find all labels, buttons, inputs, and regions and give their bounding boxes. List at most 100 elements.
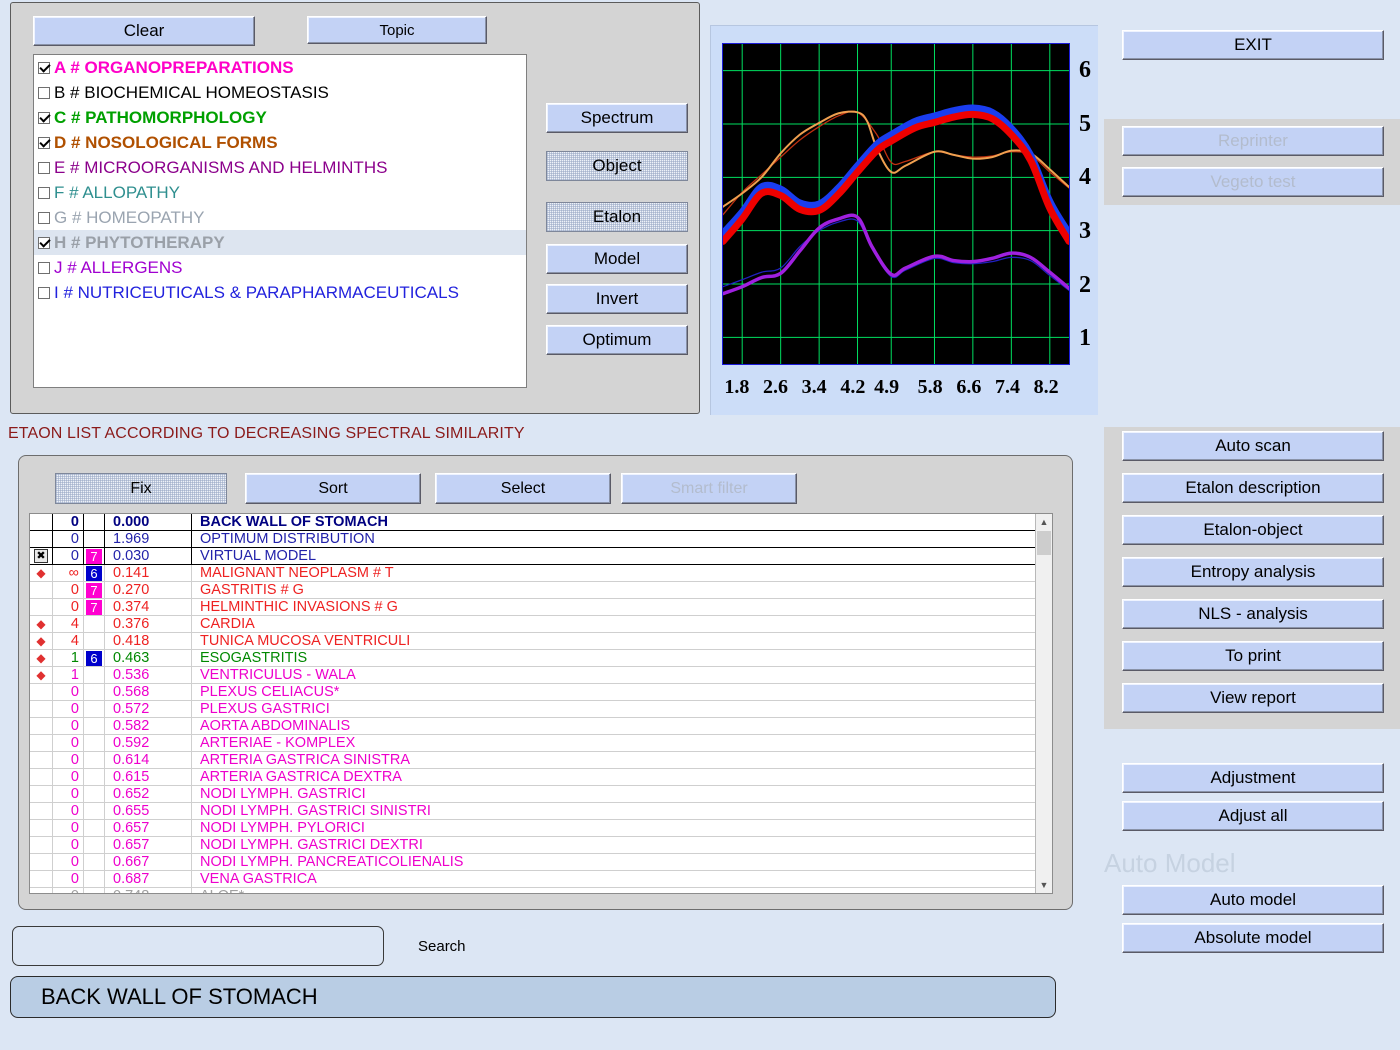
similarity-value: 0.030	[105, 548, 192, 564]
table-row[interactable]: 0 0.652 NODI LYMPH. GASTRICI	[30, 786, 1035, 803]
table-row[interactable]: ◆ ∞ 6 0.141 MALIGNANT NEOPLASM # T	[30, 565, 1035, 582]
scrollbar-thumb[interactable]	[1037, 531, 1051, 555]
x-tick-label: 6.6	[956, 376, 982, 398]
select-button[interactable]: Select	[435, 473, 611, 504]
row-badge	[84, 888, 105, 893]
topic-item-i[interactable]: J # ALLERGENS	[34, 255, 526, 280]
plot-svg	[723, 44, 1069, 364]
search-input[interactable]	[12, 926, 384, 966]
checkbox-icon[interactable]	[38, 136, 50, 149]
etalon-grid-scrollbar[interactable]: ▲ ▼	[1035, 514, 1052, 893]
topic-item-label: D # NOSOLOGICAL FORMS	[54, 132, 278, 152]
table-row[interactable]: 0 0.614 ARTERIA GASTRICA SINISTRA	[30, 752, 1035, 769]
table-row[interactable]: 0 0.592 ARTERIAE - KOMPLEX	[30, 735, 1035, 752]
sort-button[interactable]: Sort	[245, 473, 421, 504]
etalon-button[interactable]: Etalon	[546, 202, 688, 232]
table-row[interactable]: 0 0.582 AORTA ABDOMINALIS	[30, 718, 1035, 735]
diamond-marker-icon[interactable]: ◆	[30, 565, 53, 581]
checkbox-icon[interactable]	[38, 61, 50, 74]
table-row[interactable]: 0 7 0.270 GASTRITIS # G	[30, 582, 1035, 599]
topic-item-c[interactable]: C # PATHOMORPHOLOGY	[34, 105, 526, 130]
nls-analysis-button[interactable]: NLS - analysis	[1122, 599, 1384, 629]
checkbox-icon[interactable]	[38, 186, 50, 199]
topic-item-h[interactable]: H # PHYTOTHERAPY	[34, 230, 526, 255]
etalon-grid-rows[interactable]: 0 0.000 BACK WALL OF STOMACH 0 1.969 OPTIMUM …	[30, 514, 1035, 893]
topic-item-e[interactable]: E # MICROORGANISMS AND HELMINTHS	[34, 155, 526, 180]
topic-item-a[interactable]: A # ORGANOPREPARATIONS	[34, 55, 526, 80]
model-button[interactable]: Model	[546, 244, 688, 274]
topic-item-b[interactable]: B # BIOCHEMICAL HOMEOSTASIS	[34, 80, 526, 105]
adjust-all-button[interactable]: Adjust all	[1122, 801, 1384, 831]
checkbox-icon[interactable]	[38, 236, 50, 249]
table-row[interactable]: ◆ 4 0.418 TUNICA MUCOSA VENTRICULI	[30, 633, 1035, 650]
etalon-name: VENTRICULUS - WALA	[200, 667, 356, 683]
table-row[interactable]: 0 0.615 ARTERIA GASTRICA DEXTRA	[30, 769, 1035, 786]
scroll-down-icon[interactable]: ▼	[1036, 877, 1052, 893]
entropy-analysis-button[interactable]: Entropy analysis	[1122, 557, 1384, 587]
checkbox-icon[interactable]	[38, 111, 50, 124]
table-row[interactable]: ✖ 0 7 0.030 VIRTUAL MODEL	[30, 548, 1035, 565]
diamond-marker-icon[interactable]: ◆	[30, 633, 53, 649]
close-icon[interactable]: ✖	[30, 548, 53, 564]
table-row[interactable]: 0 0.748ALOE*	[30, 888, 1035, 893]
optimum-button[interactable]: Optimum	[546, 325, 688, 355]
view-report-button[interactable]: View report	[1122, 683, 1384, 713]
checkbox-icon[interactable]	[38, 211, 50, 224]
smart-filter-button[interactable]: Smart filter	[621, 473, 797, 504]
row-count: ∞	[53, 565, 84, 581]
table-row[interactable]: ◆ 1 0.536 VENTRICULUS - WALA	[30, 667, 1035, 684]
diamond-marker-icon[interactable]: ◆	[30, 650, 53, 666]
table-row[interactable]: 0 0.572 PLEXUS GASTRICI	[30, 701, 1035, 718]
exit-button[interactable]: EXIT	[1122, 30, 1384, 60]
table-row[interactable]: 0 7 0.374 HELMINTHIC INVASIONS # G	[30, 599, 1035, 616]
auto-model-button[interactable]: Auto model	[1122, 885, 1384, 915]
adjustment-button[interactable]: Adjustment	[1122, 763, 1384, 793]
checkbox-icon[interactable]	[38, 86, 50, 99]
auto-scan-button[interactable]: Auto scan	[1122, 431, 1384, 461]
diamond-marker-icon[interactable]: ◆	[30, 667, 53, 683]
checkbox-icon[interactable]	[38, 261, 50, 274]
table-row[interactable]: ◆ 1 6 0.463 ESOGASTRITIS	[30, 650, 1035, 667]
table-row[interactable]: 0 0.657 NODI LYMPH. GASTRICI DEXTRI	[30, 837, 1035, 854]
row-marker	[30, 837, 53, 853]
table-row[interactable]: 0 0.655 NODI LYMPH. GASTRICI SINISTRI	[30, 803, 1035, 820]
app-window: Clear Topic A # ORGANOPREPARATIONS B # BI…	[0, 0, 1400, 1050]
y-tick-label: 6	[1079, 56, 1091, 83]
checkbox-icon[interactable]	[38, 286, 50, 299]
etalon-name: ARTERIAE - KOMPLEX	[200, 735, 356, 751]
reprinter-button[interactable]: Reprinter	[1122, 126, 1384, 156]
table-row[interactable]: 0 0.667 NODI LYMPH. PANCREATICOLIENALIS	[30, 854, 1035, 871]
clear-button[interactable]: Clear	[33, 16, 255, 46]
etalon-object-button[interactable]: Etalon-object	[1122, 515, 1384, 545]
topic-item-g[interactable]: G # HOMEOPATHY	[34, 205, 526, 230]
topic-button[interactable]: Topic	[307, 16, 487, 44]
spectrum-button[interactable]: Spectrum	[546, 103, 688, 133]
checkbox-icon[interactable]	[38, 161, 50, 174]
table-row[interactable]: 0 0.687 VENA GASTRICA	[30, 871, 1035, 888]
auto-model-label: Auto Model	[1104, 848, 1236, 878]
object-button[interactable]: Object	[546, 151, 688, 181]
topic-item-j[interactable]: I # NUTRICEUTICALS & PARAPHARMACEUTICALS	[34, 280, 526, 305]
vegeto-test-button[interactable]: Vegeto test	[1122, 167, 1384, 197]
etalon-name: VIRTUAL MODEL	[200, 548, 317, 564]
status-bar: BACK WALL OF STOMACH	[10, 976, 1056, 1018]
table-row[interactable]: 0 0.568 PLEXUS CELIACUS*	[30, 684, 1035, 701]
topic-list[interactable]: A # ORGANOPREPARATIONS B # BIOCHEMICAL HO…	[33, 54, 527, 388]
invert-button[interactable]: Invert	[546, 284, 688, 314]
topic-item-d[interactable]: D # NOSOLOGICAL FORMS	[34, 130, 526, 155]
topic-item-f[interactable]: F # ALLOPATHY	[34, 180, 526, 205]
absolute-model-button[interactable]: Absolute model	[1122, 923, 1384, 953]
scroll-up-icon[interactable]: ▲	[1036, 514, 1052, 530]
etalon-name: TUNICA MUCOSA VENTRICULI	[200, 633, 411, 649]
fix-button[interactable]: Fix	[55, 473, 227, 504]
table-row[interactable]: 0 1.969 OPTIMUM DISTRIBUTION	[30, 531, 1035, 548]
to-print-button[interactable]: To print	[1122, 641, 1384, 671]
table-row[interactable]: ◆ 4 0.376 CARDIA	[30, 616, 1035, 633]
y-tick-label: 5	[1079, 110, 1091, 137]
etalon-description-button[interactable]: Etalon description	[1122, 473, 1384, 503]
row-count: 0	[53, 820, 84, 836]
table-row[interactable]: 0 0.000 BACK WALL OF STOMACH	[30, 514, 1035, 531]
similarity-value: 0.374	[105, 599, 192, 615]
diamond-marker-icon[interactable]: ◆	[30, 616, 53, 632]
table-row[interactable]: 0 0.657 NODI LYMPH. PYLORICI	[30, 820, 1035, 837]
